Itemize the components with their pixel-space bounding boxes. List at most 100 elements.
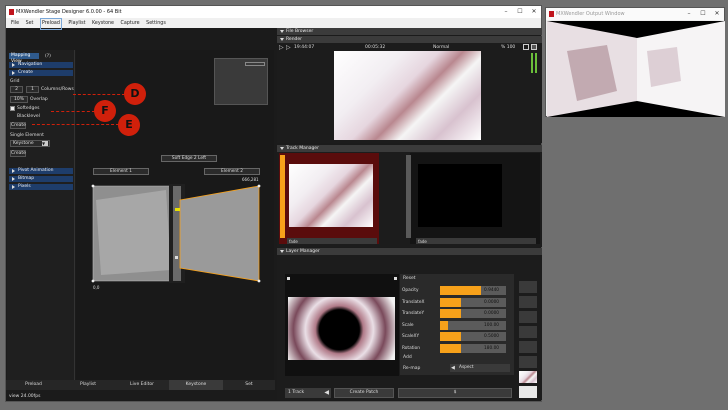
- chevron-left-icon: ◀: [451, 365, 455, 371]
- layer-slot[interactable]: [519, 326, 537, 338]
- render-mode[interactable]: Normal: [433, 45, 449, 50]
- rows-input[interactable]: 1: [26, 86, 39, 93]
- layer-prop-row[interactable]: Rotation 180.00: [400, 343, 514, 354]
- minimize-icon[interactable]: –: [499, 6, 513, 18]
- file-browser-header[interactable]: File Browser: [277, 28, 542, 35]
- pixels-section[interactable]: Pixels: [9, 184, 73, 190]
- reset-button[interactable]: Reset: [403, 276, 416, 281]
- tab-keystone[interactable]: Keystone: [169, 380, 223, 390]
- layer-slot[interactable]: [519, 356, 537, 368]
- close-icon[interactable]: ✕: [527, 6, 541, 18]
- tab-playlist[interactable]: Playlist: [61, 380, 115, 390]
- add-label[interactable]: Add: [403, 355, 412, 360]
- track-manager-header[interactable]: Track Manager: [277, 145, 542, 152]
- callout-e: E: [118, 114, 140, 136]
- track-select[interactable]: 1 Track ◀: [285, 388, 331, 398]
- softedges-checkbox[interactable]: [10, 106, 15, 111]
- menu-file[interactable]: File: [11, 19, 19, 29]
- minimize-icon[interactable]: –: [682, 8, 696, 20]
- callout-d: D: [124, 83, 146, 105]
- corner-handle[interactable]: [257, 184, 261, 188]
- track-select-value: 1 Track: [288, 390, 305, 395]
- layer-prop-fill: [440, 286, 481, 295]
- create-grid-button[interactable]: Create: [10, 122, 26, 129]
- layer-handle[interactable]: [287, 277, 290, 280]
- layer-slot[interactable]: [519, 281, 537, 293]
- track-1-fade-bar[interactable]: [287, 238, 377, 244]
- track-1-level[interactable]: [280, 155, 285, 238]
- close-icon[interactable]: ✕: [710, 8, 724, 20]
- page-field[interactable]: $: [398, 388, 512, 398]
- corner-handle[interactable]: [91, 184, 95, 188]
- layer-prop-row[interactable]: ScaleXY 0.5000: [400, 331, 514, 342]
- selected-handle[interactable]: [175, 208, 180, 211]
- callout-d-line: [73, 94, 125, 95]
- menu-capture[interactable]: Capture: [121, 19, 140, 29]
- tab-live-editor[interactable]: Live Editor: [115, 380, 169, 390]
- render-duration: 00:05:32: [365, 45, 386, 50]
- layer-slot[interactable]: [519, 296, 537, 308]
- layer-prop-row[interactable]: TranslateX 0.0000: [400, 297, 514, 308]
- layer-prop-label: ScaleXY: [402, 334, 420, 339]
- bottom-tabs: Preload Playlist Live Editor Keystone Se…: [6, 380, 275, 390]
- menu-keystone[interactable]: Keystone: [92, 19, 114, 29]
- menu-settings[interactable]: Settings: [146, 19, 166, 29]
- layer-prop-label: Rotation: [402, 345, 420, 351]
- fullscreen-icon[interactable]: [523, 44, 529, 50]
- create-patch-button[interactable]: Create Patch: [334, 388, 394, 398]
- layer-manager-header[interactable]: Layer Manager: [277, 248, 542, 255]
- maximize-icon[interactable]: ☐: [696, 8, 710, 20]
- layer-slot[interactable]: [519, 341, 537, 353]
- create-element-button[interactable]: Create: [10, 150, 26, 157]
- corner-handle[interactable]: [257, 279, 261, 283]
- layer-handle[interactable]: [394, 277, 397, 280]
- layer-thumb[interactable]: [519, 371, 537, 383]
- track-2-fade-bar[interactable]: [416, 238, 536, 244]
- pause-icon[interactable]: ▷: [286, 44, 291, 51]
- aspect-select[interactable]: ◀ Aspect: [450, 364, 510, 372]
- menu-playlist[interactable]: Playlist: [68, 19, 85, 29]
- create-section[interactable]: Create: [9, 70, 73, 76]
- softedges-label: Softedges: [17, 106, 40, 111]
- tab-set[interactable]: Set: [223, 380, 275, 390]
- track-1-slot[interactable]: fade: [279, 153, 379, 244]
- track-1-thumbnail: [289, 164, 373, 227]
- layer-prop-label: Opacity: [402, 288, 419, 293]
- overlap-input[interactable]: 10%: [10, 96, 28, 103]
- track-2-fade-label: fade: [418, 239, 427, 244]
- app-logo-icon: [9, 9, 14, 15]
- play-icon[interactable]: ▷: [279, 44, 284, 51]
- pivot-animation-section[interactable]: Pivot Animation: [9, 168, 73, 174]
- layer-prop-row[interactable]: Opacity 0.9440: [400, 285, 514, 296]
- layer-prop-fill: [440, 320, 448, 330]
- menu-set[interactable]: Set: [26, 19, 34, 29]
- track-manager-panel: fade fade: [277, 152, 542, 247]
- corner-handle[interactable]: [91, 279, 95, 283]
- navigation-section[interactable]: Navigation: [9, 62, 73, 68]
- element-2-quad[interactable]: [179, 185, 260, 282]
- columns-rows-label: Columns/Rows: [41, 87, 74, 92]
- layer-prop-row[interactable]: TranslateY 0.0000: [400, 308, 514, 319]
- element-1-blend: [96, 190, 171, 275]
- mapping-view-header: Mapping View: [9, 53, 39, 64]
- callout-f-line: [51, 111, 95, 112]
- pivot-handle[interactable]: [175, 256, 178, 259]
- menu-preload[interactable]: Preload: [39, 18, 62, 30]
- mapping-view-help[interactable]: (?): [45, 54, 51, 59]
- bitmap-section[interactable]: Bitmap: [9, 176, 73, 182]
- render-header[interactable]: Render: [277, 36, 542, 43]
- layer-slot[interactable]: [519, 311, 537, 323]
- track-2-slot[interactable]: fade: [406, 153, 540, 244]
- render-preview: [334, 51, 481, 140]
- track-2-level[interactable]: [406, 155, 411, 238]
- keystone-select[interactable]: Keystone ▼: [10, 140, 50, 147]
- layer-prop-row[interactable]: Scale 100.00: [400, 320, 514, 331]
- output-window-title: MXWendler Output Window: [556, 11, 625, 17]
- layer-prop-label: TranslateX: [402, 299, 425, 305]
- tab-preload[interactable]: Preload: [6, 380, 61, 390]
- layer-preview-frame[interactable]: [285, 274, 399, 376]
- columns-input[interactable]: 2: [10, 86, 23, 93]
- maximize-icon[interactable]: ☐: [513, 6, 527, 18]
- grid-icon[interactable]: [531, 44, 537, 50]
- cursor-button[interactable]: [519, 386, 537, 398]
